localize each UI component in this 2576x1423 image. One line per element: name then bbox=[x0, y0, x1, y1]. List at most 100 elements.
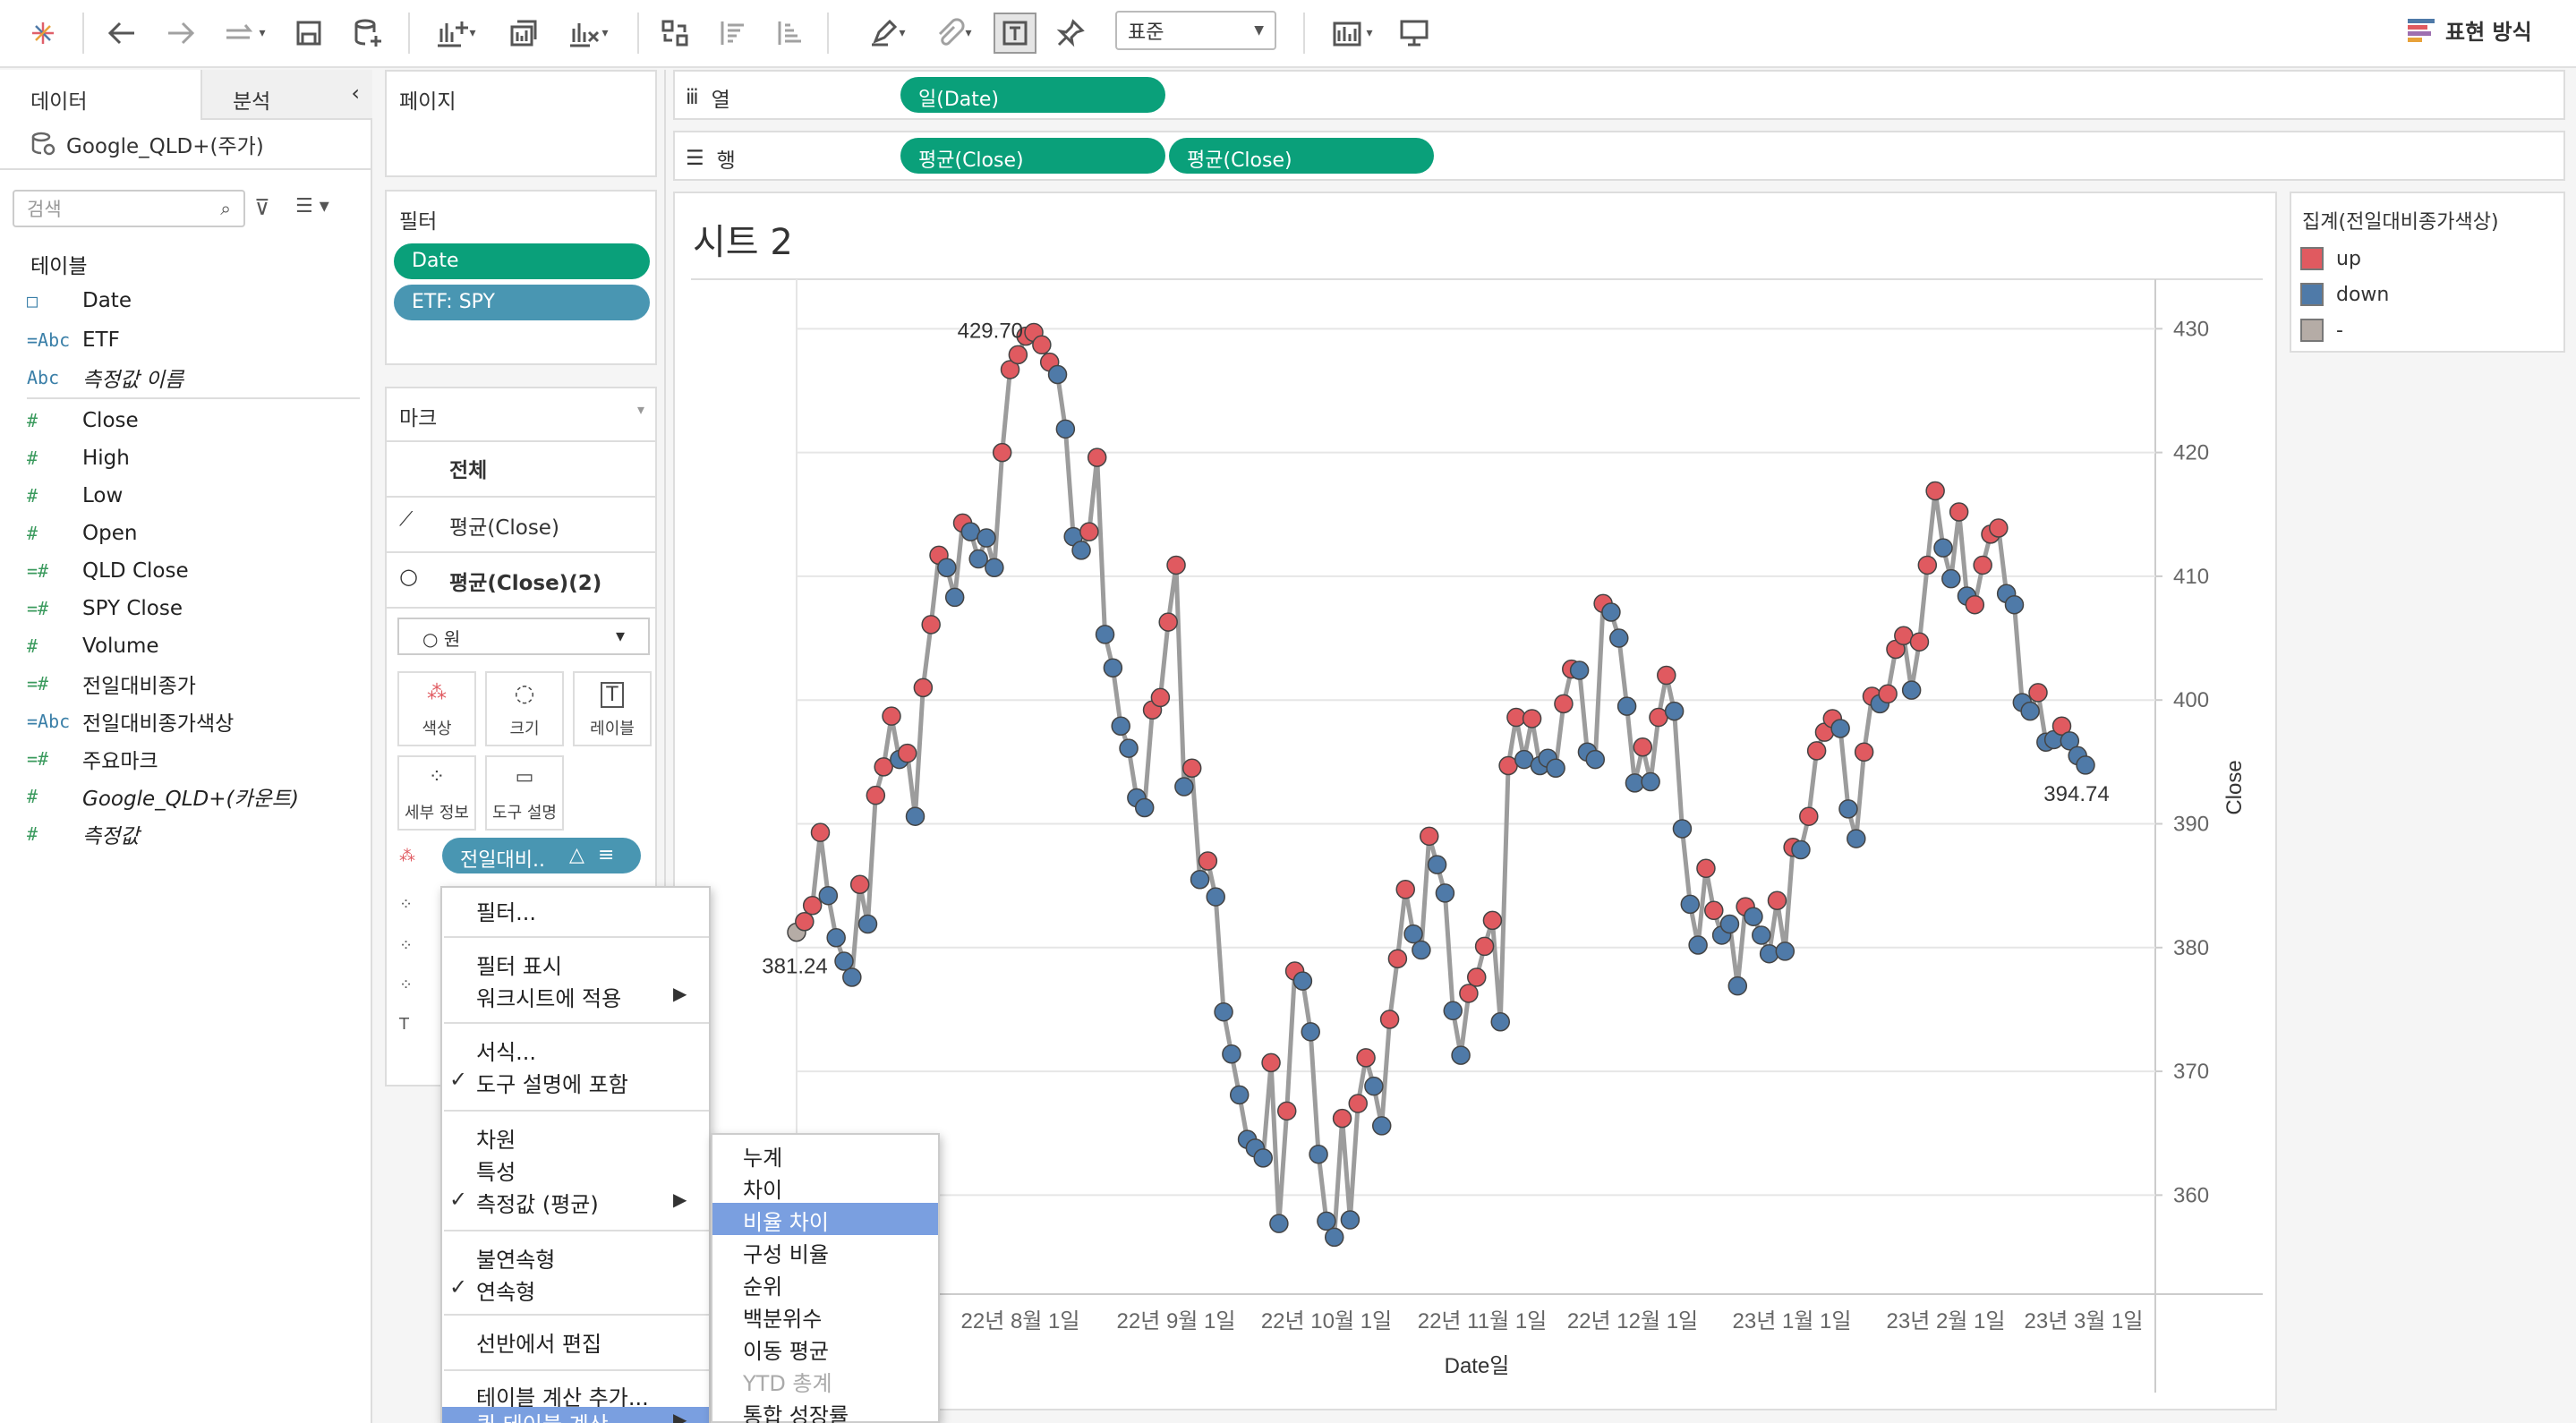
data-point[interactable] bbox=[818, 885, 839, 906]
collapse-icon[interactable]: ‹ bbox=[351, 81, 360, 106]
data-point[interactable] bbox=[1261, 1052, 1281, 1073]
field-item[interactable]: =# 전일대비종가 bbox=[27, 666, 196, 702]
data-point[interactable] bbox=[1941, 568, 1961, 589]
data-point[interactable] bbox=[1847, 829, 1866, 848]
submenu-item[interactable]: 비율 차이 bbox=[712, 1203, 938, 1235]
data-point[interactable] bbox=[1925, 481, 1945, 501]
field-item[interactable]: □ Date bbox=[27, 283, 132, 319]
data-point[interactable] bbox=[1008, 345, 1028, 365]
data-point[interactable] bbox=[2028, 683, 2048, 703]
data-point[interactable] bbox=[1181, 758, 1202, 779]
data-point[interactable] bbox=[1752, 925, 1771, 945]
data-point[interactable] bbox=[937, 558, 957, 577]
submenu-item[interactable]: 누계 bbox=[712, 1138, 938, 1171]
menu-item[interactable]: 차원 bbox=[476, 1122, 516, 1154]
field-item[interactable]: =# SPY Close bbox=[27, 591, 183, 626]
data-point[interactable] bbox=[1229, 1085, 1250, 1105]
data-point[interactable] bbox=[2004, 594, 2025, 615]
field-item[interactable]: Abc 측정값 이름 bbox=[27, 360, 183, 396]
data-point[interactable] bbox=[1079, 522, 1099, 541]
data-point[interactable] bbox=[1317, 1211, 1336, 1231]
data-point[interactable] bbox=[1451, 1045, 1471, 1065]
data-point[interactable] bbox=[1696, 858, 1716, 879]
list-view-icon[interactable]: ☰ ▾ bbox=[295, 195, 329, 217]
redo-icon[interactable] bbox=[159, 13, 202, 54]
field-item[interactable]: =Abc 전일대비종가색상 bbox=[27, 703, 234, 739]
data-point[interactable] bbox=[913, 677, 934, 698]
field-item[interactable]: # Google_QLD+(카운트) bbox=[27, 779, 299, 814]
data-point[interactable] bbox=[1032, 335, 1052, 355]
data-point[interactable] bbox=[882, 706, 901, 726]
data-point[interactable] bbox=[1989, 518, 2009, 538]
tooltip-button[interactable]: ▭ 도구 설명 bbox=[485, 755, 564, 831]
submenu-item[interactable]: 백분위수 bbox=[712, 1299, 938, 1332]
data-point[interactable] bbox=[1744, 907, 1763, 926]
menu-item[interactable]: 서식... bbox=[476, 1035, 536, 1066]
data-point[interactable] bbox=[1174, 777, 1194, 797]
field-item[interactable]: # Open bbox=[27, 516, 137, 551]
rows-pill-close-2[interactable]: 평균(Close) bbox=[1169, 138, 1434, 174]
field-item[interactable]: # 측정값 bbox=[27, 816, 139, 852]
field-item[interactable]: # High bbox=[27, 440, 130, 476]
data-point[interactable] bbox=[1719, 914, 1740, 934]
data-point[interactable] bbox=[1459, 984, 1479, 1003]
pages-card[interactable]: 페이지 bbox=[385, 70, 657, 177]
data-point[interactable] bbox=[1103, 658, 1123, 677]
data-point[interactable] bbox=[1253, 1148, 1273, 1168]
data-point[interactable] bbox=[1134, 797, 1155, 818]
data-point[interactable] bbox=[1443, 1001, 1463, 1021]
data-point[interactable] bbox=[944, 587, 965, 608]
data-point[interactable] bbox=[1364, 1076, 1384, 1096]
data-point[interactable] bbox=[1546, 758, 1565, 779]
data-point[interactable] bbox=[1554, 694, 1574, 714]
data-point[interactable] bbox=[1633, 737, 1653, 757]
data-point[interactable] bbox=[1206, 887, 1225, 907]
show-cards-icon[interactable]: ▾ bbox=[1319, 13, 1386, 54]
pin-icon[interactable] bbox=[1049, 13, 1092, 54]
data-point[interactable] bbox=[1292, 971, 1313, 991]
data-point[interactable] bbox=[921, 615, 941, 635]
new-worksheet-icon[interactable]: ▾ bbox=[422, 13, 489, 54]
field-item[interactable]: =# QLD Close bbox=[27, 553, 189, 589]
submenu-item[interactable]: 통합 성장률 bbox=[712, 1396, 938, 1423]
menu-item[interactable]: 연속형 bbox=[476, 1274, 535, 1306]
data-point[interactable] bbox=[1830, 719, 1850, 738]
new-datasource-icon[interactable] bbox=[345, 13, 390, 54]
field-item[interactable]: =Abc ETF bbox=[27, 322, 120, 358]
data-point[interactable] bbox=[1838, 799, 1858, 819]
data-point[interactable] bbox=[1111, 716, 1130, 736]
undo-icon[interactable] bbox=[100, 13, 143, 54]
data-point[interactable] bbox=[1356, 1048, 1376, 1068]
field-item[interactable]: =# 주요마크 bbox=[27, 741, 158, 777]
data-point[interactable] bbox=[1158, 612, 1178, 632]
data-point[interactable] bbox=[1949, 502, 1969, 522]
data-point[interactable] bbox=[1641, 771, 1660, 792]
data-point[interactable] bbox=[842, 967, 862, 987]
mark-type-select[interactable]: ○ 원 ▾ bbox=[397, 618, 650, 655]
menu-item[interactable]: 필터 표시 bbox=[476, 949, 562, 980]
forward-icon[interactable]: ▾ bbox=[213, 13, 276, 54]
data-point[interactable] bbox=[1190, 869, 1210, 890]
data-point[interactable] bbox=[1759, 943, 1779, 964]
data-point[interactable] bbox=[1490, 1012, 1511, 1032]
data-point[interactable] bbox=[1371, 1116, 1392, 1136]
data-point[interactable] bbox=[1412, 940, 1431, 960]
data-point[interactable] bbox=[1395, 880, 1415, 899]
columns-pill-date[interactable]: 일(Date) bbox=[900, 77, 1165, 113]
data-point[interactable] bbox=[1467, 967, 1487, 987]
marks-menu-icon[interactable]: ▾ bbox=[637, 401, 644, 418]
field-item[interactable]: # Close bbox=[27, 403, 139, 439]
labels-icon[interactable] bbox=[994, 13, 1036, 54]
data-point[interactable] bbox=[1506, 707, 1526, 728]
data-point[interactable] bbox=[1791, 839, 1811, 860]
data-point[interactable] bbox=[905, 806, 925, 826]
data-point[interactable] bbox=[1095, 625, 1115, 644]
tableau-logo-icon[interactable] bbox=[23, 13, 63, 54]
save-icon[interactable] bbox=[288, 13, 329, 54]
data-point[interactable] bbox=[1878, 684, 1898, 704]
submenu-item[interactable]: 순위 bbox=[712, 1267, 938, 1299]
menu-item[interactable]: 측정값 (평균) bbox=[476, 1187, 599, 1218]
size-button[interactable]: ◌ 크기 bbox=[485, 671, 564, 746]
data-point[interactable] bbox=[1474, 936, 1495, 957]
data-point[interactable] bbox=[857, 914, 878, 934]
